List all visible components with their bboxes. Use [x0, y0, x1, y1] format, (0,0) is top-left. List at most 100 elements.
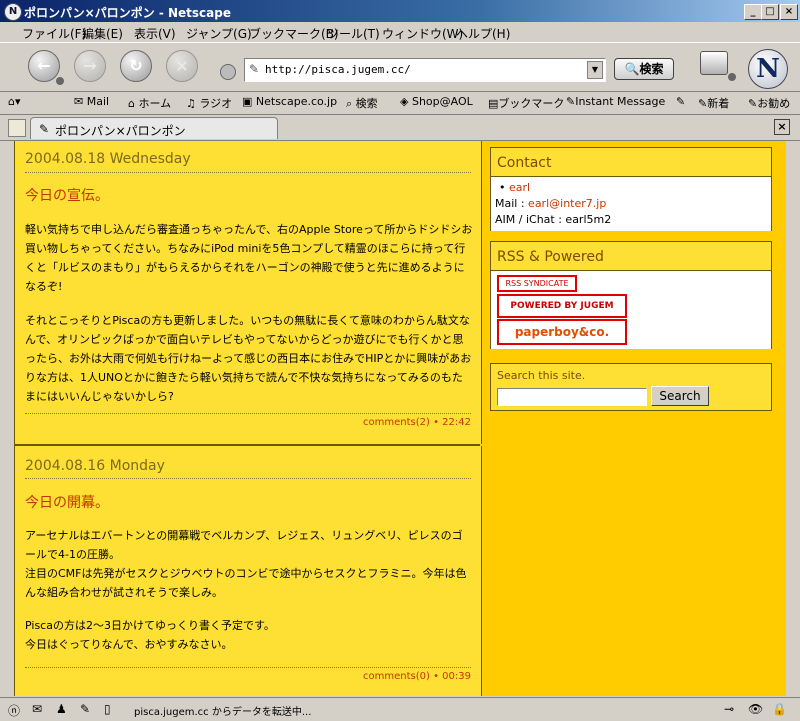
comments-link[interactable]: comments(0)	[363, 671, 430, 682]
minimize-button[interactable]: _	[744, 4, 762, 20]
house-icon: ⌂	[128, 97, 139, 110]
mail-icon: ✉	[74, 95, 87, 108]
maximize-button[interactable]: □	[761, 4, 779, 20]
paperboy-badge[interactable]: paperboy&co.	[497, 319, 627, 345]
addressbook-icon[interactable]: ▯	[104, 702, 111, 716]
menu-tools[interactable]: ツール(T)	[327, 25, 380, 42]
online-status-icon: ⊸	[724, 702, 735, 716]
menu-view[interactable]: 表示(V)	[134, 25, 176, 42]
search-heading: Search this site.	[497, 369, 586, 382]
post-paragraph: それとこっそりとPiscaの方も更新しました。いつもの無駄に長くて意味のわからん…	[25, 314, 472, 403]
rss-box: RSS & Powered RSS SYNDICATE POWERED BY J…	[490, 241, 772, 349]
magnifier-icon: 🔍	[624, 62, 640, 76]
contact-aim: AIM / iChat : earl5m2	[495, 213, 612, 226]
contact-heading: Contact	[497, 155, 552, 171]
url-text: http://pisca.jugem.cc/	[265, 63, 411, 76]
netscape-logo-icon[interactable]: N	[748, 49, 788, 89]
menu-edit[interactable]: 編集(E)	[82, 25, 123, 42]
url-field[interactable]: ✎ http://pisca.jugem.cc/ ▼	[244, 58, 606, 82]
menu-file[interactable]: ファイル(F)	[22, 25, 86, 42]
rss-syndicate-badge[interactable]: RSS SYNDICATE	[497, 275, 577, 292]
site-search-button[interactable]: Search	[651, 386, 709, 406]
post-meta: comments(2) • 22:42	[363, 417, 471, 428]
title-bar: N ポロンパン×パロンポン - Netscape _ □ ×	[0, 0, 800, 22]
post-time[interactable]: 22:42	[442, 417, 471, 428]
bookmark-radio[interactable]: ♫ ラジオ	[186, 95, 232, 111]
print-icon[interactable]	[700, 51, 728, 75]
posts-column: 2004.08.18 Wednesday 今日の宣伝。 軽い気持ちで申し込んだら…	[14, 141, 482, 696]
status-bar: ⓝ ✉ ♟ ✎ ▯ pisca.jugem.cc からデータを転送中... ⊸ …	[0, 697, 800, 721]
aim-icon[interactable]: ♟	[56, 702, 67, 716]
post-paragraph: Piscaの方は2～3日かけてゆっくり書く予定です。 今日はぐってりなんで、おや…	[25, 619, 275, 651]
folder-icon: ▤	[488, 97, 499, 110]
tab-active[interactable]: ✎ ポロンパン×パロンポン	[30, 117, 278, 139]
page-icon: ✎	[39, 122, 50, 136]
vertical-scrollbar[interactable]	[786, 141, 800, 696]
back-arrow-icon[interactable]: ←	[28, 50, 60, 82]
bullet-icon: •	[499, 181, 509, 194]
my-icon: ▣	[242, 95, 256, 108]
menu-help[interactable]: ヘルプ(H)	[456, 25, 510, 42]
bookmark-recommend[interactable]: ✎お勧め	[748, 95, 790, 111]
new-tab-icon[interactable]	[8, 119, 26, 137]
bookmark-mail[interactable]: ✉ Mail	[74, 95, 109, 108]
close-tab-icon[interactable]: ×	[774, 119, 790, 135]
netscape-status-icon[interactable]: ⓝ	[8, 702, 20, 719]
post-paragraph: 軽い気持ちで申し込んだら審査通っちゃったんで、右のApple Storeって所か…	[25, 223, 473, 293]
post-meta: comments(0) • 00:39	[363, 671, 471, 682]
post-date: 2004.08.16 Monday	[25, 458, 165, 474]
bookmark-new[interactable]: ✎新着	[698, 95, 729, 111]
jugem-badge[interactable]: POWERED BY JUGEM	[497, 294, 627, 318]
security-lock-icon[interactable]: 🔒	[772, 702, 787, 716]
forward-arrow-icon[interactable]: →	[74, 50, 106, 82]
bookmark-blank[interactable]: ✎	[676, 95, 685, 108]
composer-icon[interactable]: ✎	[80, 702, 90, 716]
bookmark-label: お勧め	[757, 97, 791, 110]
rss-heading: RSS & Powered	[497, 249, 604, 265]
print-dropdown-icon[interactable]	[728, 73, 736, 81]
bookmark-home[interactable]: ⌂ ホーム	[128, 95, 171, 111]
bookmark-label: Mail	[86, 95, 110, 108]
link-icon: ✎	[566, 95, 576, 108]
personal-toolbar: ⌂▾ ✉ Mail ⌂ ホーム ♫ ラジオ ▣ Netscape.co.jp ⌕…	[0, 90, 800, 115]
link-icon: ✎	[698, 97, 708, 110]
url-dropdown-icon[interactable]: ▼	[587, 61, 603, 79]
comments-link[interactable]: comments(2)	[363, 417, 430, 428]
bookmark-bookmarks[interactable]: ▤ブックマーク	[488, 95, 564, 111]
window-title: ポロンパン×パロンポン - Netscape	[24, 6, 231, 20]
close-button[interactable]: ×	[780, 4, 798, 20]
mail-status-icon[interactable]: ✉	[32, 702, 42, 716]
stop-icon[interactable]: ×	[166, 50, 198, 82]
status-text: pisca.jugem.cc からデータを転送中...	[134, 707, 312, 718]
back-dropdown-icon[interactable]	[56, 77, 64, 85]
post-paragraph: アーセナルはエバートンとの開幕戦でベルカンプ、レジェス、リュングベリ、ピレスのゴ…	[25, 529, 467, 599]
rss-body: RSS SYNDICATE POWERED BY JUGEM paperboy&…	[491, 270, 771, 349]
bookmark-label: Shop@AOL	[411, 95, 473, 108]
post-time[interactable]: 00:39	[442, 671, 471, 682]
navigation-toolbar: ← → ↻ × ✎ http://pisca.jugem.cc/ ▼ 🔍検索 N	[0, 42, 800, 92]
contact-name-link[interactable]: earl	[509, 181, 530, 194]
post-date: 2004.08.18 Wednesday	[25, 151, 191, 167]
privacy-icon[interactable]: 👁	[748, 702, 763, 716]
site-search-input[interactable]	[497, 388, 647, 406]
home-toolbar-icon[interactable]: ⌂▾	[8, 95, 21, 108]
bookmark-label: Netscape.co.jp	[255, 95, 338, 108]
bookmark-search[interactable]: ⌕ 検索	[346, 95, 378, 111]
page-proxy-icon: ✎	[249, 62, 260, 76]
bookmark-netscape[interactable]: ▣ Netscape.co.jp	[242, 95, 337, 108]
mail-link[interactable]: earl@inter7.jp	[528, 197, 606, 210]
reload-icon[interactable]: ↻	[120, 50, 152, 82]
bookmark-label: ラジオ	[199, 97, 233, 110]
search-button[interactable]: 🔍検索	[614, 58, 674, 80]
url-history-icon[interactable]	[220, 64, 236, 80]
contact-box: Contact • earl Mail : earl@inter7.jp AIM…	[490, 147, 772, 231]
contact-link-row: • earl	[499, 181, 530, 194]
bookmark-shop[interactable]: ◈ Shop@AOL	[400, 95, 473, 108]
bookmark-instant-message[interactable]: ✎Instant Message	[566, 95, 665, 108]
menu-go[interactable]: ジャンプ(G)	[186, 25, 252, 42]
netscape-app-icon[interactable]: N	[4, 3, 22, 21]
mail-label: Mail :	[495, 197, 529, 210]
menu-bar: ファイル(F) 編集(E) 表示(V) ジャンプ(G) ブックマーク(B) ツー…	[0, 22, 800, 42]
menu-bookmarks[interactable]: ブックマーク(B)	[249, 25, 339, 42]
menu-window[interactable]: ウィンドウ(W)	[382, 25, 463, 42]
